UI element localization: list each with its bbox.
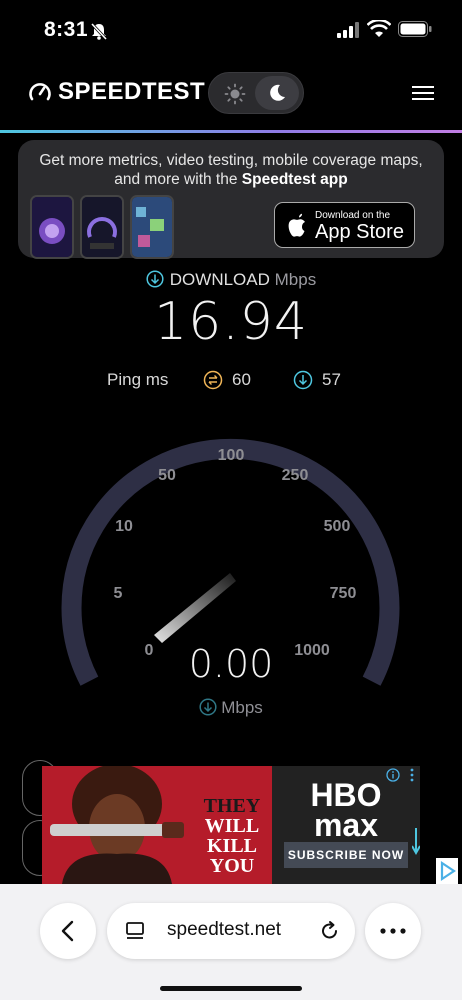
more-dots-icon: [380, 928, 406, 934]
home-indicator: [160, 986, 302, 991]
download-unit: Mbps: [274, 270, 317, 289]
url-text[interactable]: speedtest.net: [167, 919, 281, 941]
download-label: DOWNLOAD: [169, 270, 270, 289]
header-divider: [0, 130, 462, 133]
adchoices-icon[interactable]: [436, 858, 458, 884]
ping-idle-value: 60: [232, 370, 251, 389]
gauge-tick-label: 750: [330, 585, 357, 602]
ad-scroll-arrow-icon: [412, 828, 420, 856]
ad-brand-logo: HBO max: [272, 777, 420, 843]
ping-idle-icon: [203, 370, 223, 390]
promo-text: Get more metrics, video testing, mobile …: [18, 151, 444, 189]
reload-icon[interactable]: [319, 920, 341, 942]
status-time: 8:31: [44, 18, 89, 41]
more-button[interactable]: [365, 903, 421, 959]
gauge-tick-label: 100: [218, 447, 245, 464]
gauge-current-value: 0.00: [189, 642, 274, 686]
promo-line-2: and more with the Speedtest app: [18, 170, 444, 189]
ad-more-options-icon[interactable]: [408, 768, 416, 782]
app-screenshot-3: [130, 195, 174, 259]
app-store-label: App Store: [315, 221, 404, 243]
promo-line-1: Get more metrics, video testing, mobile …: [39, 152, 423, 169]
hamburger-menu-icon[interactable]: [412, 84, 434, 102]
gauge-unit-row: Mbps: [0, 698, 462, 718]
ping-download-value: 57: [322, 370, 341, 389]
ad-brand-line-1: HBO: [310, 777, 382, 813]
dark-mode-option[interactable]: [255, 76, 299, 110]
speedtest-logo[interactable]: SPEEDTEST: [28, 78, 205, 106]
speedometer-icon: [29, 83, 51, 101]
download-arrow-icon: [199, 698, 217, 716]
ad-headline: THEY WILL KILL YOU: [192, 796, 272, 876]
gauge-tick-label: 1000: [294, 642, 330, 659]
moon-icon: [270, 84, 285, 101]
brand-name: SPEEDTEST: [58, 78, 206, 105]
page-menu-icon[interactable]: [125, 921, 145, 941]
ad-headline-line-3: KILL: [206, 835, 258, 857]
gauge-unit: Mbps: [221, 698, 263, 717]
back-button[interactable]: [40, 903, 96, 959]
download-label-row: DOWNLOAD Mbps: [0, 270, 462, 290]
app-store-button[interactable]: Download on the App Store: [274, 202, 415, 248]
app-store-caption: Download on the: [315, 210, 391, 221]
advertisement-banner[interactable]: THEY WILL KILL YOU HBO max SUBSCRIBE NOW: [42, 766, 420, 884]
battery-icon: [398, 21, 432, 37]
chevron-left-icon: [61, 920, 74, 942]
ping-label: Ping ms: [107, 370, 169, 389]
apple-icon: [288, 213, 305, 237]
cellular-signal-icon: [337, 22, 359, 38]
ad-brand-panel: HBO max SUBSCRIBE NOW: [272, 766, 420, 884]
theme-toggle[interactable]: [208, 72, 304, 114]
sun-icon[interactable]: [224, 83, 246, 105]
gauge-tick-label: 0: [145, 642, 154, 659]
wifi-icon: [367, 20, 391, 37]
ad-movie-panel: THEY WILL KILL YOU: [42, 766, 272, 884]
promo-app-name: Speedtest app: [241, 171, 348, 188]
subscribe-now-button[interactable]: SUBSCRIBE NOW: [284, 842, 408, 868]
browser-toolbar: speedtest.net: [0, 884, 462, 1000]
gauge-tick-label: 500: [324, 518, 351, 535]
ad-headline-line-1: THEY: [203, 795, 261, 817]
promo-line-2-prefix: and more with the: [114, 171, 242, 188]
app-screenshot-1: [30, 195, 74, 259]
speed-gauge: 0 5 10 50 100 250 500 750 1000 0.00: [61, 438, 400, 686]
gauge-tick-label: 10: [115, 518, 133, 535]
download-speed-value: 16.94: [154, 292, 308, 352]
gauge-tick-label: 250: [282, 467, 309, 484]
ad-info-icon[interactable]: [386, 768, 400, 782]
download-arrow-icon: [146, 270, 164, 288]
app-promo-banner[interactable]: Get more metrics, video testing, mobile …: [18, 140, 444, 259]
ping-download-icon: [293, 370, 313, 390]
bell-slash-icon: [90, 22, 108, 40]
ad-headline-line-2: WILL: [204, 815, 260, 837]
ad-brand-line-2: max: [313, 807, 379, 843]
gauge-tick-label: 50: [158, 467, 176, 484]
gauge-needle: [154, 573, 236, 643]
app-screenshot-2: [80, 195, 124, 259]
ping-row: Ping ms 60 57: [0, 368, 462, 394]
address-bar[interactable]: speedtest.net: [107, 903, 355, 959]
gauge-tick-label: 5: [114, 585, 123, 602]
ad-headline-line-4: YOU: [209, 855, 255, 877]
